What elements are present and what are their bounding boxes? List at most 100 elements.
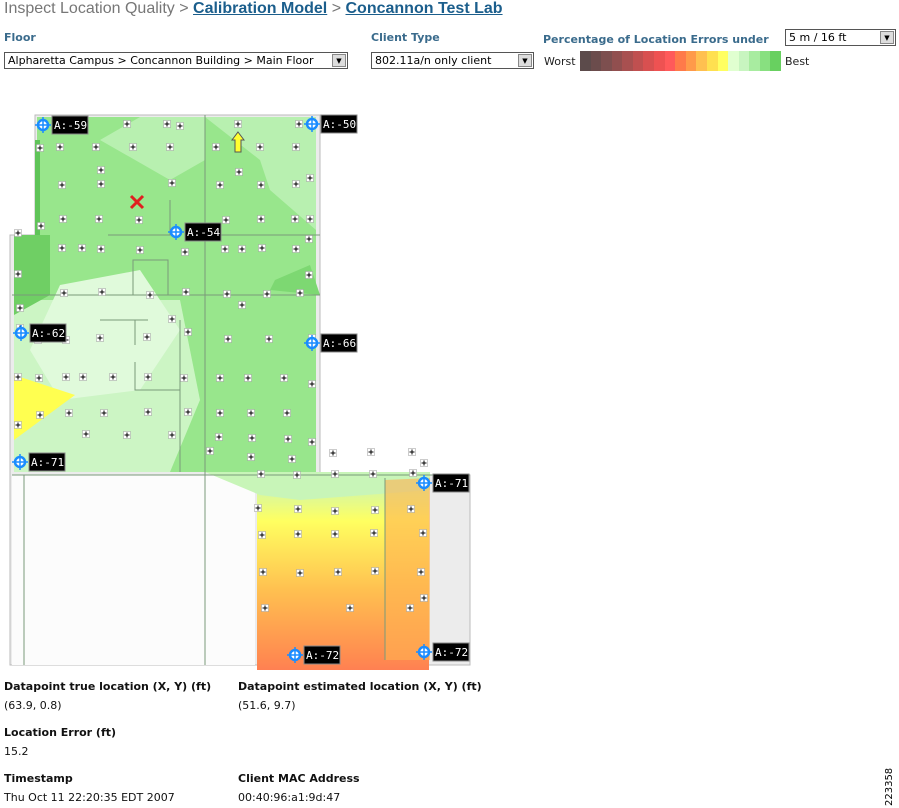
plus-icon[interactable]	[143, 333, 151, 341]
plus-icon[interactable]	[78, 244, 86, 252]
plus-icon[interactable]	[184, 328, 192, 336]
plus-icon[interactable]	[14, 373, 22, 381]
plus-icon[interactable]	[79, 373, 87, 381]
chevron-down-icon[interactable]: ▼	[332, 54, 346, 67]
plus-icon[interactable]	[14, 229, 22, 237]
plus-icon[interactable]	[238, 245, 246, 253]
plus-icon[interactable]	[331, 507, 339, 515]
plus-icon[interactable]	[261, 604, 269, 612]
plus-icon[interactable]	[247, 453, 255, 461]
plus-icon[interactable]	[334, 568, 342, 576]
plus-icon[interactable]	[370, 529, 378, 537]
access-point[interactable]: A:-54	[168, 222, 222, 242]
plus-icon[interactable]	[144, 408, 152, 416]
plus-icon[interactable]	[206, 447, 214, 455]
plus-icon[interactable]	[292, 143, 300, 151]
plus-icon[interactable]	[65, 409, 73, 417]
access-point[interactable]: A:-71	[416, 473, 470, 493]
plus-icon[interactable]	[306, 174, 314, 182]
plus-icon[interactable]	[407, 505, 415, 513]
plus-icon[interactable]	[14, 421, 22, 429]
plus-icon[interactable]	[221, 245, 229, 253]
plus-icon[interactable]	[408, 448, 416, 456]
plus-icon[interactable]	[216, 409, 224, 417]
plus-icon[interactable]	[259, 568, 267, 576]
plus-icon[interactable]	[216, 374, 224, 382]
plus-icon[interactable]	[136, 246, 144, 254]
plus-icon[interactable]	[238, 301, 246, 309]
plus-icon[interactable]	[294, 505, 302, 513]
plus-icon[interactable]	[369, 470, 377, 478]
plus-icon[interactable]	[283, 409, 291, 417]
access-point[interactable]: A:-72	[287, 645, 341, 665]
plus-icon[interactable]	[97, 180, 105, 188]
plus-icon[interactable]	[308, 438, 316, 446]
plus-icon[interactable]	[367, 448, 375, 456]
plus-icon[interactable]	[292, 245, 300, 253]
plus-icon[interactable]	[305, 235, 313, 243]
plus-icon[interactable]	[97, 166, 105, 174]
plus-icon[interactable]	[212, 143, 220, 151]
plus-icon[interactable]	[280, 374, 288, 382]
plus-icon[interactable]	[308, 380, 316, 388]
plus-icon[interactable]	[420, 594, 428, 602]
plus-icon[interactable]	[123, 431, 131, 439]
plus-icon[interactable]	[284, 435, 292, 443]
error-threshold-select[interactable]: 5 m / 16 ft ▼	[785, 29, 896, 46]
plus-icon[interactable]	[292, 180, 300, 188]
plus-icon[interactable]	[288, 455, 296, 463]
plus-icon[interactable]	[36, 411, 44, 419]
plus-icon[interactable]	[16, 304, 24, 312]
plus-icon[interactable]	[182, 288, 190, 296]
plus-icon[interactable]	[58, 181, 66, 189]
plus-icon[interactable]	[181, 248, 189, 256]
floor-select[interactable]: Alpharetta Campus > Concannon Building >…	[4, 52, 348, 69]
plus-icon[interactable]	[234, 120, 242, 128]
plus-icon[interactable]	[291, 215, 299, 223]
plus-icon[interactable]	[35, 374, 43, 382]
plus-icon[interactable]	[168, 431, 176, 439]
plus-icon[interactable]	[329, 449, 337, 457]
plus-icon[interactable]	[166, 143, 174, 151]
plus-icon[interactable]	[123, 120, 131, 128]
plus-icon[interactable]	[248, 434, 256, 442]
plus-icon[interactable]	[254, 504, 262, 512]
plus-icon[interactable]	[305, 271, 313, 279]
plus-icon[interactable]	[92, 143, 100, 151]
plus-icon[interactable]	[59, 215, 67, 223]
plus-icon[interactable]	[222, 216, 230, 224]
plus-icon[interactable]	[417, 568, 425, 576]
plus-icon[interactable]	[36, 144, 44, 152]
plus-icon[interactable]	[258, 531, 266, 539]
plus-icon[interactable]	[129, 143, 137, 151]
plus-icon[interactable]	[420, 459, 428, 467]
plus-icon[interactable]	[215, 433, 223, 441]
plus-icon[interactable]	[135, 216, 143, 224]
plus-icon[interactable]	[235, 168, 243, 176]
plus-icon[interactable]	[184, 408, 192, 416]
plus-icon[interactable]	[265, 335, 273, 343]
plus-icon[interactable]	[223, 290, 231, 298]
plus-icon[interactable]	[96, 334, 104, 342]
access-point[interactable]: A:-66	[304, 333, 358, 353]
plus-icon[interactable]	[257, 215, 265, 223]
plus-icon[interactable]	[144, 373, 152, 381]
chevron-down-icon[interactable]: ▼	[518, 54, 532, 67]
plus-icon[interactable]	[257, 181, 265, 189]
plus-icon[interactable]	[216, 181, 224, 189]
plus-icon[interactable]	[296, 569, 304, 577]
plus-icon[interactable]	[176, 122, 184, 130]
plus-icon[interactable]	[168, 179, 176, 187]
floor-map[interactable]: A:-59 A:-50 A:-54 A:-62 A:-66 A:-71 A:-71 A:-72…	[0, 100, 480, 670]
plus-icon[interactable]	[60, 289, 68, 297]
plus-icon[interactable]	[98, 288, 106, 296]
plus-icon[interactable]	[263, 290, 271, 298]
access-point[interactable]: A:-72	[416, 642, 470, 662]
plus-icon[interactable]	[294, 530, 302, 538]
concannon-test-lab-link[interactable]: Concannon Test Lab	[346, 0, 503, 17]
access-point[interactable]: A:-71	[12, 452, 66, 472]
plus-icon[interactable]	[306, 215, 314, 223]
plus-icon[interactable]	[95, 215, 103, 223]
plus-icon[interactable]	[37, 222, 45, 230]
plus-icon[interactable]	[97, 245, 105, 253]
